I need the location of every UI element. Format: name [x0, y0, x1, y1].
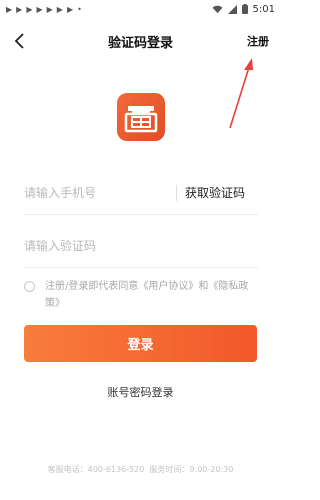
- signal-icon: [227, 4, 237, 14]
- user-agreement-link[interactable]: 《用户协议》: [138, 281, 198, 292]
- status-time: 5:01: [252, 3, 275, 15]
- phone-input[interactable]: [24, 171, 174, 215]
- footer-info: 客服电话：400-6136-520 服务时间：9:00-20:30: [0, 464, 281, 475]
- agreement-row: 注册/登录即代表同意《用户协议》和《隐私政策》: [24, 278, 258, 312]
- play-icon: ▶: [26, 4, 33, 14]
- play-icon: ▶: [66, 4, 74, 14]
- get-code-button[interactable]: 获取验证码: [176, 185, 245, 201]
- register-link[interactable]: 注册: [247, 33, 269, 49]
- play-icon: ▶: [6, 4, 13, 14]
- play-icon: ▶: [46, 4, 53, 14]
- graduation-cap-logo-icon: [124, 106, 158, 133]
- agreement-text: 注册/登录即代表同意《用户协议》和《隐私政策》: [45, 278, 258, 312]
- app-logo: [117, 93, 165, 141]
- hours-label: 服务时间：: [149, 465, 190, 474]
- dot-icon: •: [77, 4, 82, 14]
- login-button[interactable]: 登录: [24, 325, 257, 362]
- notification-icons: ▶ ▶ ▶ ▶ ▶ ▶ ▶ •: [6, 5, 82, 14]
- code-input[interactable]: [24, 224, 174, 268]
- code-field: [24, 224, 258, 268]
- play-icon: ▶: [36, 4, 43, 14]
- annotation-arrow: [229, 58, 253, 129]
- play-icon: ▶: [16, 4, 23, 14]
- service-hours: 9:00-20:30: [189, 465, 234, 474]
- wifi-icon: [212, 5, 222, 13]
- phone-label: 客服电话：: [47, 465, 88, 474]
- battery-icon: [241, 4, 248, 14]
- agreement-checkbox[interactable]: [24, 281, 35, 292]
- play-icon: ▶: [56, 4, 63, 14]
- service-phone: 400-6136-520: [87, 465, 145, 474]
- phone-field: 获取验证码: [24, 171, 258, 215]
- agreement-conjunction: 和: [198, 281, 209, 292]
- page-title: 验证码登录: [107, 36, 173, 51]
- nav-bar: 验证码登录 注册: [0, 26, 281, 56]
- agreement-prefix: 注册/登录即代表同意: [45, 281, 139, 292]
- status-bar: ▶ ▶ ▶ ▶ ▶ ▶ ▶ • 5:01: [0, 0, 281, 18]
- password-login-link[interactable]: 账号密码登录: [0, 384, 281, 400]
